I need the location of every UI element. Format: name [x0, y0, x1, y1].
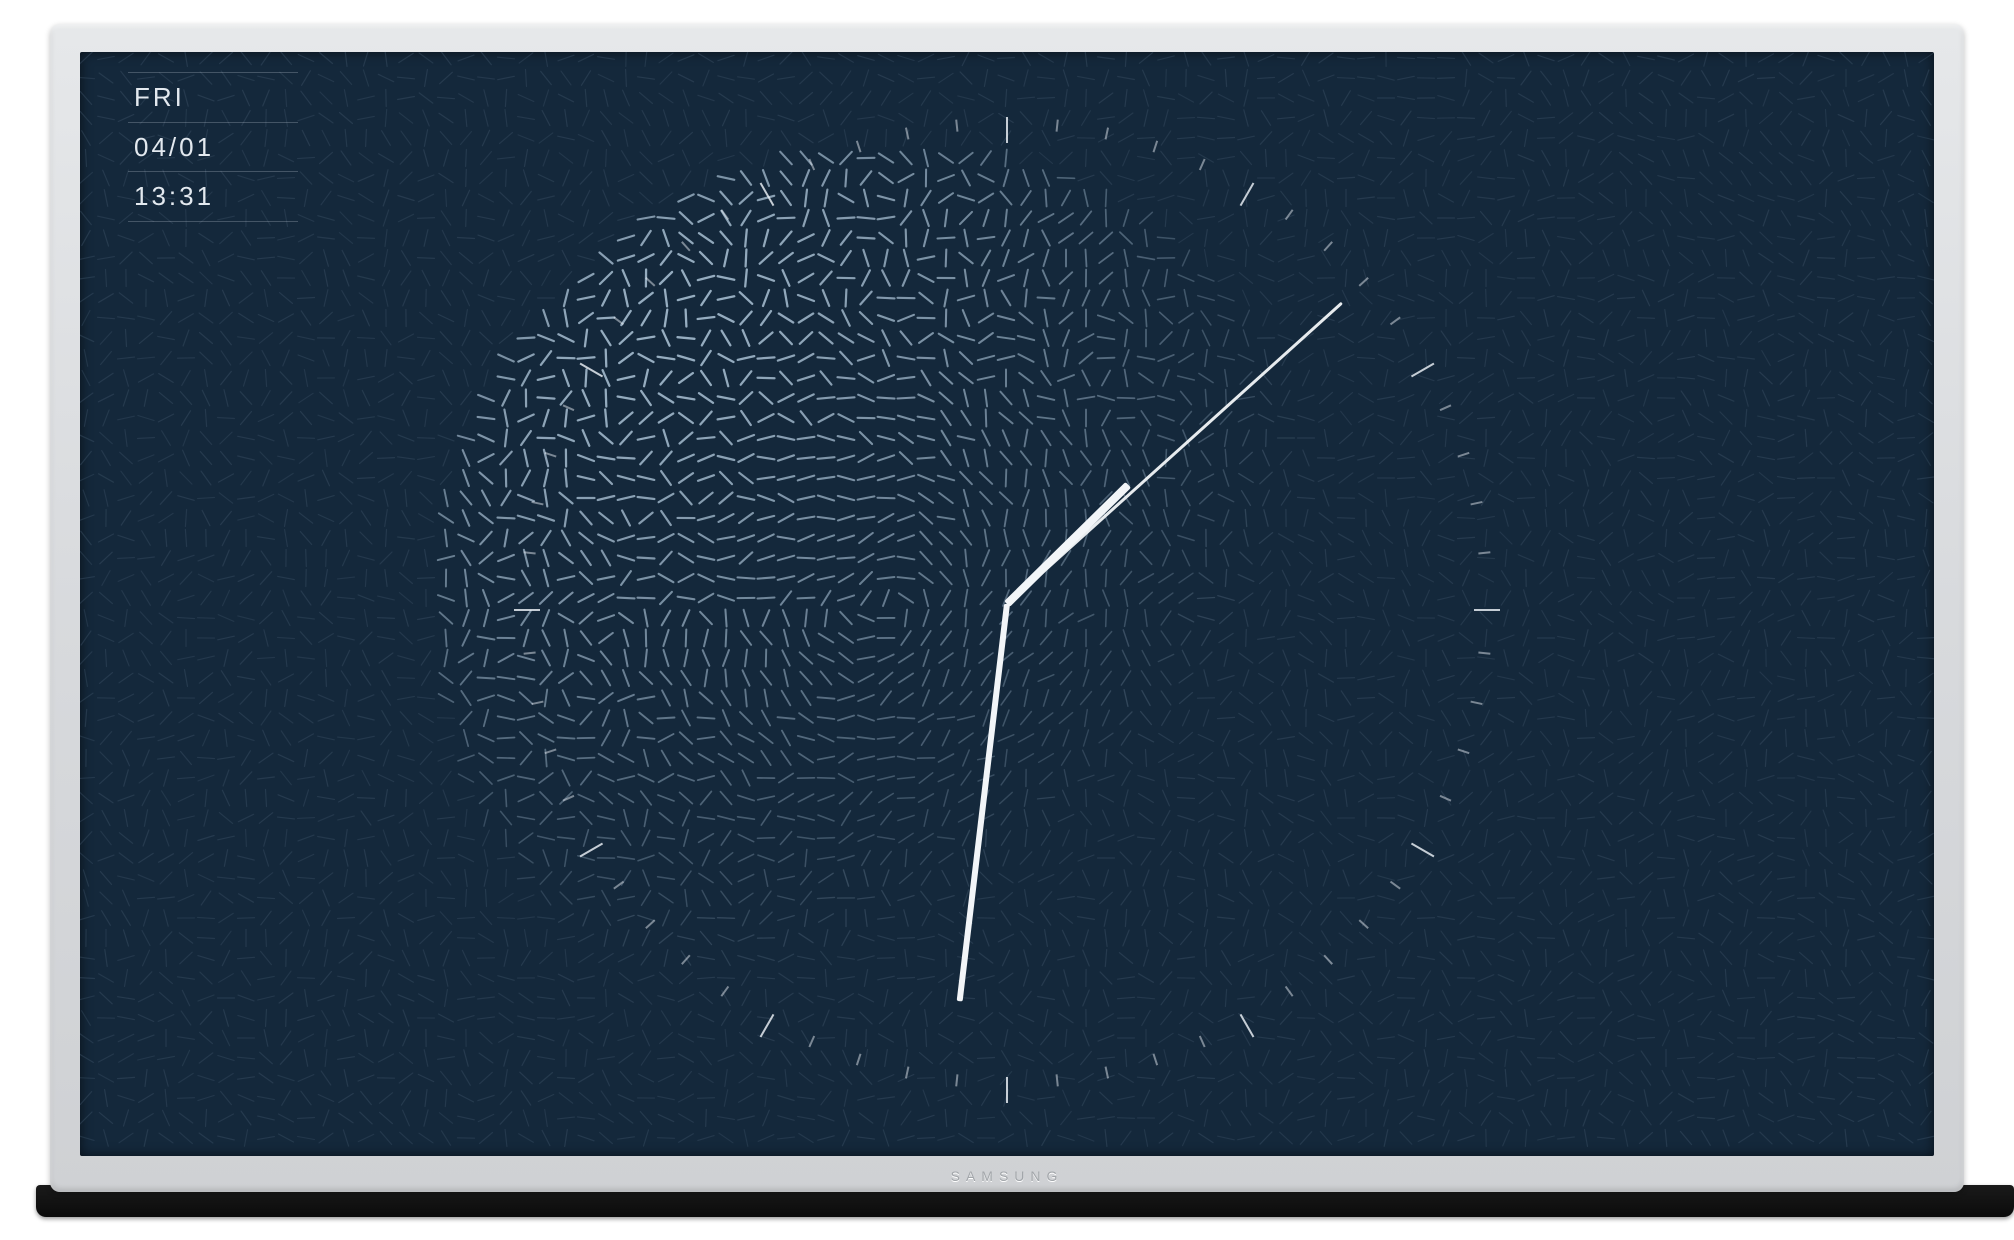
brand-logo: SAMSUNG [951, 1168, 1064, 1184]
tv-bezel: FRI 04/01 13:31 SAMSUNG [50, 24, 1964, 1192]
clock-tick [1470, 501, 1482, 505]
clock-tick [1323, 955, 1333, 965]
clock-tick [955, 1074, 958, 1086]
clock-tick [1390, 317, 1401, 326]
clock-tick [1478, 551, 1490, 554]
clock-tick [544, 749, 556, 755]
analog-clock [507, 104, 1507, 1104]
clock-tick [1199, 159, 1206, 171]
clock-tick [1056, 1074, 1059, 1086]
clock-tick [681, 955, 691, 965]
clock-tick [524, 551, 536, 554]
clock-tick [1359, 919, 1369, 929]
clock-tick [1390, 881, 1401, 890]
clock-tick [1359, 277, 1369, 287]
clock-tick [1199, 1036, 1206, 1048]
clock-tick [1470, 701, 1482, 705]
clock-tick [1285, 209, 1294, 220]
clock-tick [531, 501, 543, 505]
clock-tick [514, 609, 540, 611]
clock-tick [1285, 986, 1294, 997]
clock-tick [1440, 795, 1452, 802]
clock-tick [1153, 1053, 1159, 1065]
date-display: 04/01 [128, 122, 298, 172]
clock-tick [1153, 140, 1159, 152]
clock-tick [580, 843, 604, 858]
clock-tick [1056, 120, 1059, 132]
clock-tick [808, 159, 815, 171]
clock-tick [580, 363, 604, 378]
clock-tick [1006, 117, 1008, 143]
clock-tick [1411, 363, 1435, 378]
clock-tick [613, 881, 624, 890]
clock-tick [544, 452, 556, 458]
clock-tick [905, 1066, 909, 1078]
clock-tick [905, 127, 909, 139]
clock-tick [1440, 404, 1452, 411]
clock-tick [524, 652, 536, 655]
clock-tick [721, 209, 730, 220]
clock-tick [1105, 127, 1109, 139]
clock-tick [1411, 843, 1435, 858]
clock-minute-hand [957, 604, 1010, 1002]
clock-tick [1240, 183, 1255, 207]
clock-second-hand [1006, 302, 1342, 605]
clock-tick [613, 317, 624, 326]
clock-tick [808, 1036, 815, 1048]
clock-tick [760, 183, 775, 207]
clock-tick [856, 140, 862, 152]
clock-tick [1240, 1014, 1255, 1038]
clock-tick [856, 1053, 862, 1065]
clock-tick [955, 120, 958, 132]
time-display: 13:31 [128, 171, 298, 222]
clock-tick [1478, 652, 1490, 655]
clock-tick [1323, 241, 1333, 251]
clock-tick [681, 241, 691, 251]
clock-tick [1006, 1077, 1008, 1103]
clock-tick [563, 404, 575, 411]
datetime-panel: FRI 04/01 13:31 [128, 72, 298, 222]
ambient-screen[interactable]: FRI 04/01 13:31 [80, 52, 1934, 1156]
clock-tick [563, 795, 575, 802]
clock-tick [645, 919, 655, 929]
clock-tick [1457, 452, 1469, 458]
clock-tick [760, 1014, 775, 1038]
clock-tick [645, 277, 655, 287]
day-of-week: FRI [128, 72, 298, 122]
clock-tick [1105, 1066, 1109, 1078]
clock-tick [1474, 609, 1500, 611]
clock-tick [1457, 749, 1469, 755]
clock-tick [721, 986, 730, 997]
clock-tick [531, 701, 543, 705]
